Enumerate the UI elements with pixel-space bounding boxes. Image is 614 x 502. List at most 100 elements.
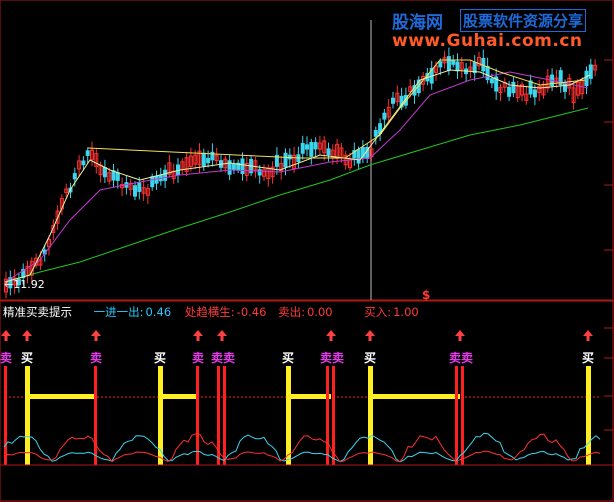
ma-long-line: [4, 107, 589, 283]
candle-body: [300, 142, 305, 154]
indicator-item-value: -0.46: [236, 305, 267, 319]
sell-signal-label: 卖: [90, 351, 103, 365]
watermark-url: www.Guhai.com.cn: [392, 31, 583, 51]
candle-body: [133, 185, 137, 197]
candle-body: [313, 142, 318, 150]
signal-arrow-icon: [220, 336, 224, 341]
signal-arrow-icon: [193, 330, 203, 336]
signal-bar: [455, 366, 458, 465]
candle-body: [102, 167, 107, 178]
candle-body: [81, 160, 86, 166]
ma-mid-line: [4, 71, 589, 283]
indicator-item-label: 一进一出:: [93, 305, 144, 319]
candle-body: [451, 59, 456, 65]
indicator-item-label: 处趋横生:: [184, 305, 235, 319]
signal-arrow-icon: [368, 336, 372, 341]
signal-arrow-icon: [94, 336, 98, 341]
candle-body: [382, 112, 387, 120]
crosshair-marker: $: [422, 288, 431, 302]
signal-bar: [25, 366, 30, 465]
indicator-panel-frame: [0, 300, 614, 502]
candle-body: [309, 142, 314, 157]
ma-short-line: [4, 69, 591, 283]
hold-segment: [160, 394, 198, 399]
signal-arrow-icon: [196, 336, 200, 341]
candle-body: [111, 170, 116, 181]
candle-body: [240, 158, 245, 175]
candle-body: [85, 150, 90, 156]
sell-signal-label: 卖卖: [449, 351, 474, 365]
hold-segment: [370, 394, 460, 399]
candle-body: [532, 89, 537, 98]
oscillator-red-line: [3, 433, 601, 463]
candle-body: [511, 81, 516, 94]
signal-bar: [196, 366, 199, 465]
candle-body: [584, 70, 589, 87]
buy-signal-label: 买: [364, 351, 377, 365]
candle-body: [206, 157, 211, 164]
candle-body: [326, 148, 331, 156]
candle-body: [391, 97, 395, 104]
signal-bar: [94, 366, 97, 465]
signal-arrow-icon: [455, 330, 465, 336]
sell-signal-label: 卖卖: [211, 351, 236, 365]
signal-arrow-icon: [458, 336, 462, 341]
signal-arrow-icon: [329, 336, 333, 341]
signal-bar: [332, 366, 335, 465]
indicator-title[interactable]: 精准买卖提示: [3, 305, 72, 319]
indicator-item-label: 买入:: [364, 305, 392, 319]
candle-body: [588, 64, 593, 79]
signal-arrow-icon: [22, 330, 32, 336]
indicator-item-label: 卖出:: [278, 305, 305, 319]
candle-body: [257, 169, 262, 176]
ma-yellow-line: [87, 59, 586, 159]
sell-signal-label: 卖: [192, 351, 205, 365]
indicator-item-value: 1.00: [393, 305, 419, 319]
buy-signal-label: 买: [582, 351, 595, 365]
candle-body: [231, 163, 236, 170]
indicator-info-bar: 精准买卖提示 一进一出: 0.46 处趋横生: -0.46 卖出: 0.00 买入: 1…: [3, 304, 421, 320]
signal-bar: [286, 366, 291, 465]
candle-body: [507, 86, 512, 97]
signal-bar: [586, 366, 591, 465]
candle-body: [150, 176, 155, 188]
signal-bar: [223, 366, 226, 465]
signal-arrow-icon: [583, 330, 593, 336]
candle-body: [485, 65, 490, 81]
signal-arrow-icon: [1, 330, 11, 336]
sell-signal-label: 卖卖: [320, 351, 345, 365]
candle-body: [455, 61, 460, 72]
signal-arrow-icon: [4, 336, 8, 341]
buy-signal-label: 买: [154, 351, 167, 365]
signal-arrow-icon: [586, 336, 590, 341]
signal-arrow-icon: [25, 336, 29, 341]
indicator-item-value: 0.46: [145, 305, 172, 319]
candle-body: [201, 152, 206, 167]
candle-body: [305, 144, 309, 150]
watermark-brand: 股海网: [392, 13, 443, 33]
hold-segment: [27, 394, 95, 399]
candle-body: [446, 56, 451, 71]
candle-body: [373, 130, 378, 137]
chart-window: 股海网 股票软件资源分享 www.Guhai.com.cn ←11.92 $ 精…: [0, 0, 614, 502]
candle-body: [563, 82, 567, 92]
signal-bar: [368, 366, 373, 465]
candle-body: [137, 182, 142, 192]
candle-body: [438, 61, 443, 68]
candle-body: [163, 169, 168, 181]
candle-body: [283, 152, 288, 168]
signal-arrow-icon: [326, 330, 336, 336]
signal-arrow-icon: [91, 330, 101, 336]
watermark-tagline: 股票软件资源分享: [460, 9, 587, 32]
candle-body: [489, 78, 494, 84]
sell-signal-label: 卖: [0, 351, 13, 365]
candle-body: [72, 173, 77, 180]
chart-canvas[interactable]: [0, 0, 614, 502]
signal-bar: [326, 366, 329, 465]
candle-body: [356, 149, 361, 164]
signal-arrow-icon: [365, 330, 375, 336]
signal-bar: [4, 366, 7, 465]
hold-segment: [288, 394, 331, 399]
signal-arrow-icon: [217, 330, 227, 336]
candle-body: [115, 172, 120, 181]
